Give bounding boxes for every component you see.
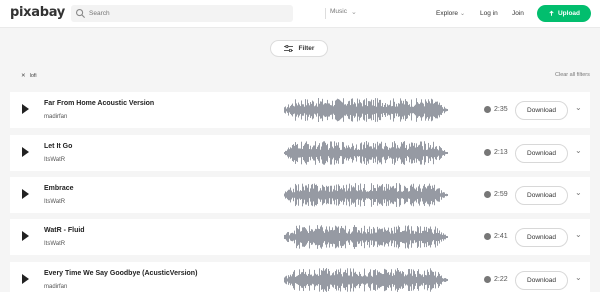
- chevron-down-icon[interactable]: ⌄: [351, 8, 357, 16]
- track-artist[interactable]: madirfan: [44, 114, 67, 120]
- top-header: pixabay Music ⌄ Explore⌄ Log in Join Upl…: [0, 0, 600, 28]
- clock-icon: [484, 149, 491, 156]
- sliders-icon: [283, 45, 293, 52]
- chevron-down-icon[interactable]: ⌄: [575, 273, 582, 282]
- track-artist[interactable]: madirfan: [44, 284, 67, 290]
- track-title[interactable]: WatR - Fluid: [44, 227, 85, 234]
- track-title[interactable]: Embrace: [44, 185, 74, 192]
- track-row[interactable]: Every Time We Say Goodbye (AcusticVersio…: [10, 262, 590, 292]
- track-duration: 2:13: [494, 149, 508, 156]
- play-icon[interactable]: [22, 189, 29, 199]
- download-button[interactable]: Download: [515, 186, 568, 205]
- active-filter-chip[interactable]: ✕ lofi: [21, 73, 37, 79]
- track-row[interactable]: Far From Home Acoustic Version madirfan …: [10, 92, 590, 128]
- search-input[interactable]: [89, 7, 249, 20]
- clock-icon: [484, 191, 491, 198]
- track-row[interactable]: WatR - Fluid ItsWatR 2:41 Download ⌄: [10, 219, 590, 255]
- track-duration: 2:41: [494, 233, 508, 240]
- track-title[interactable]: Every Time We Say Goodbye (AcusticVersio…: [44, 270, 197, 277]
- search-bar[interactable]: Music ⌄: [71, 5, 357, 22]
- track-title[interactable]: Far From Home Acoustic Version: [44, 100, 154, 107]
- download-button[interactable]: Download: [515, 144, 568, 163]
- waveform[interactable]: [284, 268, 448, 292]
- waveform[interactable]: [284, 98, 448, 122]
- clock-icon: [484, 233, 491, 240]
- play-icon[interactable]: [22, 147, 29, 157]
- track-duration: 2:35: [494, 106, 508, 113]
- waveform[interactable]: [284, 225, 448, 249]
- search-category-select[interactable]: Music: [330, 8, 347, 15]
- track-artist[interactable]: ItsWatR: [44, 241, 65, 247]
- upload-icon: [549, 10, 554, 16]
- clear-all-filters-link[interactable]: Clear all filters: [555, 72, 590, 78]
- pixabay-logo[interactable]: pixabay: [10, 5, 65, 20]
- track-duration: 2:22: [494, 276, 508, 283]
- clock-icon: [484, 276, 491, 283]
- upload-label: Upload: [557, 10, 581, 17]
- download-button[interactable]: Download: [515, 228, 568, 247]
- track-artist[interactable]: ItsWatR: [44, 157, 65, 163]
- waveform[interactable]: [284, 183, 448, 207]
- chevron-down-icon[interactable]: ⌄: [575, 103, 582, 112]
- explore-label[interactable]: Explore: [436, 10, 458, 17]
- play-icon[interactable]: [22, 231, 29, 241]
- chevron-down-icon[interactable]: ⌄: [575, 188, 582, 197]
- track-row[interactable]: Let It Go ItsWatR 2:13 Download ⌄: [10, 135, 590, 171]
- filter-label: Filter: [298, 45, 315, 52]
- join-link[interactable]: Join: [512, 10, 524, 17]
- search-divider: [325, 8, 326, 19]
- chevron-down-icon[interactable]: ⌄: [460, 11, 465, 17]
- active-filter-label: lofi: [29, 73, 37, 79]
- chevron-down-icon[interactable]: ⌄: [575, 230, 582, 239]
- explore-menu[interactable]: Explore ⌄: [436, 10, 465, 17]
- waveform[interactable]: [284, 141, 448, 165]
- close-icon[interactable]: ✕: [21, 73, 26, 79]
- play-icon[interactable]: [22, 104, 29, 114]
- clock-icon: [484, 106, 491, 113]
- track-row[interactable]: Embrace ItsWatR 2:59 Download ⌄: [10, 177, 590, 213]
- track-duration: 2:59: [494, 191, 508, 198]
- download-button[interactable]: Download: [515, 101, 568, 120]
- track-title[interactable]: Let It Go: [44, 143, 72, 150]
- play-icon[interactable]: [22, 274, 29, 284]
- chevron-down-icon[interactable]: ⌄: [575, 146, 582, 155]
- upload-button[interactable]: Upload: [537, 5, 591, 22]
- download-button[interactable]: Download: [515, 271, 568, 290]
- track-artist[interactable]: ItsWatR: [44, 199, 65, 205]
- filter-button[interactable]: Filter: [270, 40, 328, 57]
- login-link[interactable]: Log in: [480, 10, 498, 17]
- search-icon: [76, 9, 86, 19]
